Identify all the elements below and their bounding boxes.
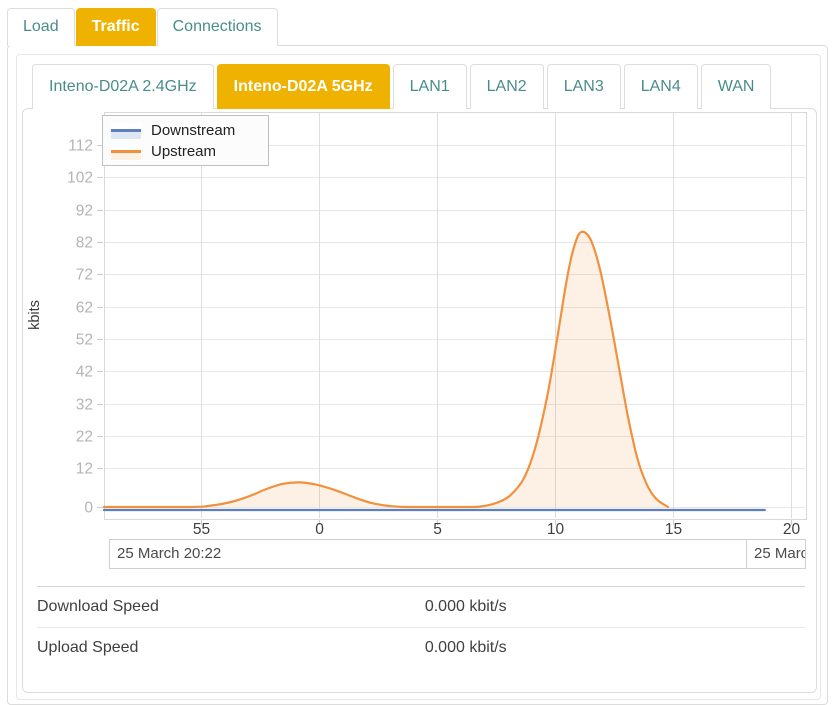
speed-table: Download Speed0.000 kbit/sUpload Speed0.… (37, 586, 805, 668)
svg-text:52: 52 (76, 332, 93, 349)
legend-label: Upstream (151, 143, 216, 160)
chart-card: 0 12 22 32 42 52 62 72 82 92 102 112 55 0 5 10 15 20 kbits… (22, 108, 817, 693)
speed-row-upload-speed: Upload Speed0.000 kbit/s (37, 627, 805, 668)
svg-text:72: 72 (76, 267, 93, 284)
svg-text:55: 55 (193, 521, 210, 538)
interface-tab-lan4[interactable]: LAN4 (624, 64, 698, 109)
interface-tab-lan3[interactable]: LAN3 (547, 64, 621, 109)
svg-text:15: 15 (665, 521, 682, 538)
svg-text:112: 112 (68, 138, 93, 155)
tab-connections[interactable]: Connections (157, 8, 278, 46)
interface-tab-inteno-d02a-5ghz[interactable]: Inteno-D02A 5GHz (217, 64, 390, 109)
traffic-chart: 0 12 22 32 42 52 62 72 82 92 102 112 55 0 5 10 15 20 kbits… (23, 110, 817, 570)
date-range-start: 25 March 20:22 (109, 539, 747, 569)
speed-row-download-speed: Download Speed0.000 kbit/s (37, 586, 805, 627)
speed-row-label: Upload Speed (37, 639, 425, 668)
svg-text:42: 42 (76, 364, 93, 381)
svg-text:22: 22 (76, 429, 93, 446)
svg-text:0: 0 (84, 500, 93, 517)
legend-item-upstream: Upstream (111, 143, 260, 160)
svg-text:kbits: kbits (27, 300, 43, 330)
speed-row-value: 0.000 kbit/s (425, 639, 507, 668)
svg-text:62: 62 (76, 300, 93, 317)
traffic-tab-panel: Inteno-D02A 2.4GHzInteno-D02A 5GHzLAN1LA… (7, 45, 828, 705)
svg-text:92: 92 (76, 203, 93, 220)
interface-tab-lan2[interactable]: LAN2 (470, 64, 544, 109)
interface-tab-lan1[interactable]: LAN1 (393, 64, 467, 109)
svg-text:10: 10 (547, 521, 565, 538)
svg-text:5: 5 (433, 521, 442, 538)
interface-tab-inteno-d02a-2-4ghz[interactable]: Inteno-D02A 2.4GHz (32, 64, 214, 109)
chart-legend: Downstream Upstream (102, 115, 269, 166)
router-traffic-page: LoadTrafficConnections Inteno-D02A 2.4GH… (0, 0, 834, 705)
main-tab-bar: LoadTrafficConnections (7, 8, 279, 46)
traffic-chart-svg: 0 12 22 32 42 52 62 72 82 92 102 112 55 0 5 10 15 20 kbits (23, 110, 817, 570)
svg-text:32: 32 (76, 397, 93, 414)
legend-label: Downstream (151, 122, 235, 139)
speed-row-value: 0.000 kbit/s (425, 598, 507, 627)
svg-text:20: 20 (783, 521, 801, 538)
downstream-swatch-icon (111, 123, 141, 139)
svg-text:82: 82 (76, 235, 93, 252)
svg-text:0: 0 (315, 521, 324, 538)
svg-text:102: 102 (67, 170, 93, 187)
tab-load[interactable]: Load (7, 8, 75, 46)
upstream-swatch-icon (111, 144, 141, 160)
speed-row-label: Download Speed (37, 598, 425, 627)
x-axis-date-band: 25 March 20:22 25 Marc (23, 539, 817, 569)
legend-item-downstream: Downstream (111, 122, 260, 139)
interface-tab-bar: Inteno-D02A 2.4GHzInteno-D02A 5GHzLAN1LA… (32, 64, 774, 109)
svg-text:12: 12 (76, 461, 93, 478)
tab-traffic[interactable]: Traffic (76, 8, 156, 46)
interface-tab-wan[interactable]: WAN (701, 64, 772, 109)
interfaces-panel: Inteno-D02A 2.4GHzInteno-D02A 5GHzLAN1LA… (16, 54, 821, 700)
date-range-end: 25 Marc (746, 539, 806, 569)
